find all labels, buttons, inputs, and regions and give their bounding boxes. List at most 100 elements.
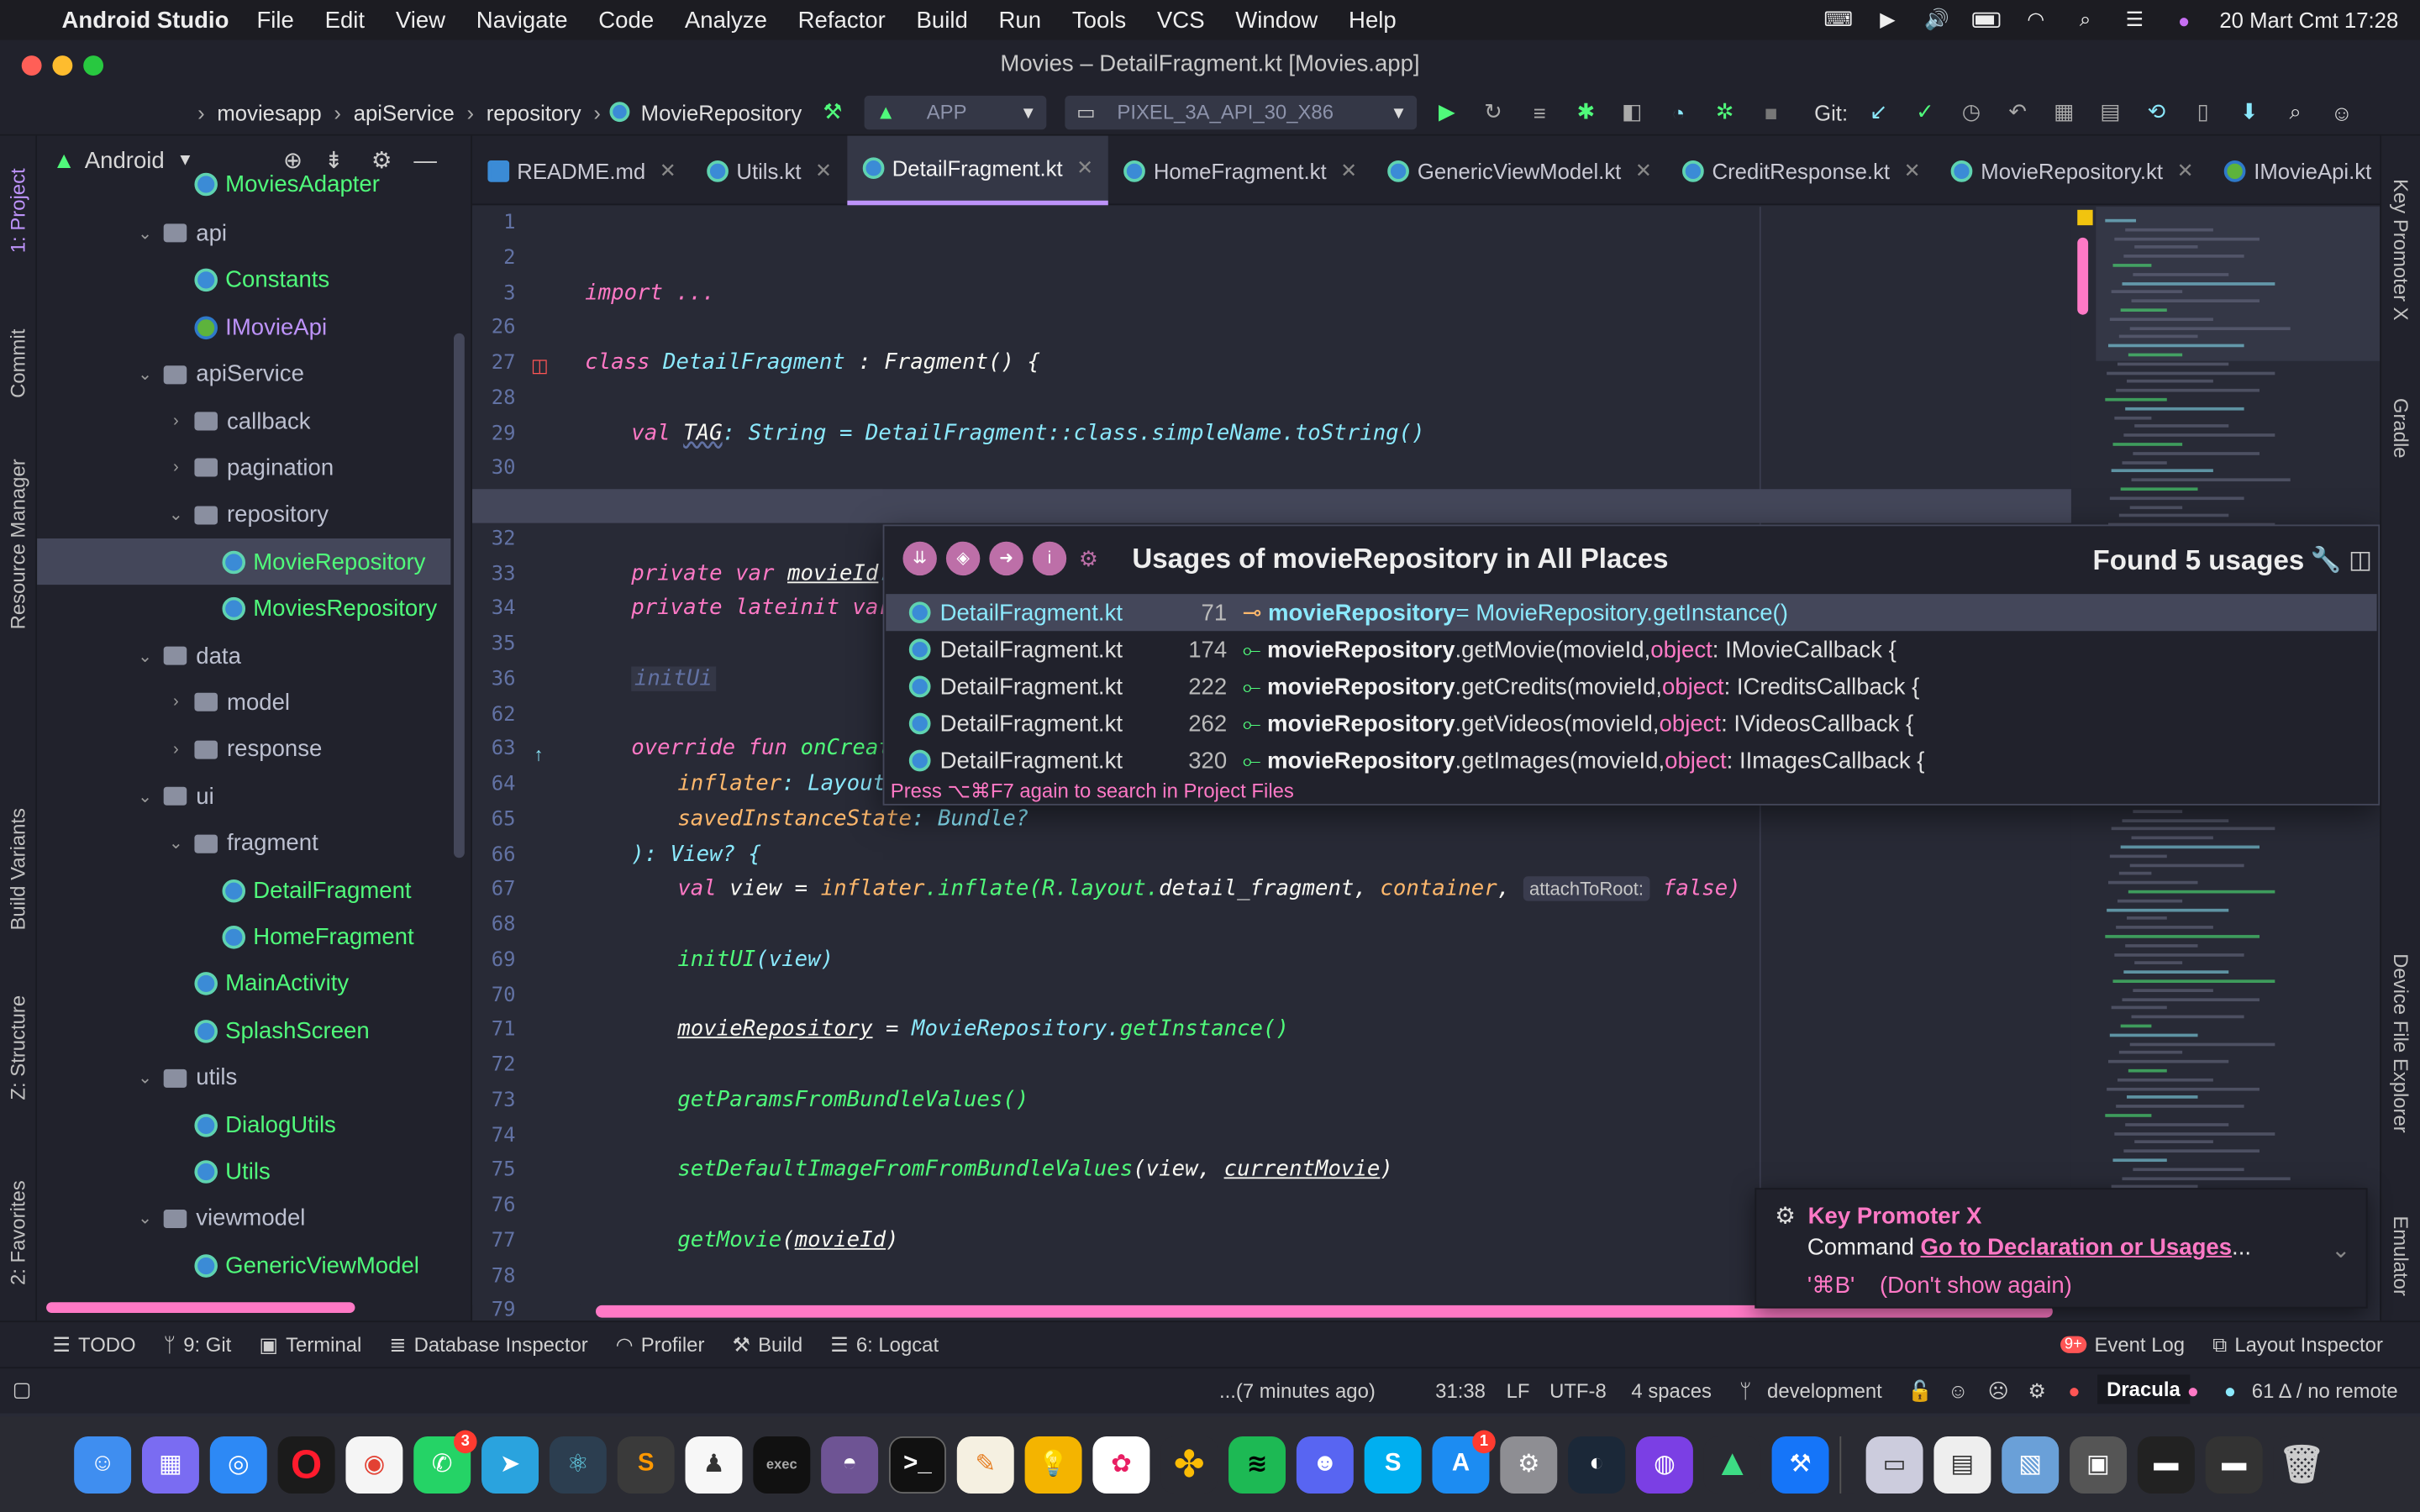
usage-row[interactable]: DetailFragment.kt 222 ⟜ movieRepository .get… — [908, 668, 2360, 705]
system-preferences-icon[interactable]: ⚙ — [1500, 1436, 1558, 1494]
attach-debugger-icon[interactable]: ✲ — [1709, 99, 1740, 125]
override-icon[interactable]: ↑ — [534, 743, 544, 765]
tree-item[interactable]: MovieRepository — [37, 538, 451, 585]
tree-item[interactable]: GenericViewModel — [37, 1242, 450, 1289]
editor-scrollbar[interactable] — [2077, 237, 2089, 315]
build-tool-button[interactable]: ⚒ Build — [732, 1332, 802, 1357]
close-tab-icon[interactable]: ✕ — [815, 158, 832, 182]
keyboard-icon[interactable]: ⌨ — [1823, 8, 1852, 31]
tab-homefragment[interactable]: HomeFragment.kt ✕ — [1109, 136, 1373, 206]
layout-inspector-icon[interactable]: ▤ — [2095, 99, 2126, 125]
event-log-tool-button[interactable]: 9+ Event Log — [2060, 1333, 2185, 1356]
search-icon[interactable]: ⌕ — [2071, 8, 2099, 31]
gradle-tool-button[interactable]: Gradle — [2389, 398, 2412, 459]
finder-icon[interactable]: ☺ — [74, 1436, 132, 1494]
menu-view[interactable]: View — [396, 7, 445, 33]
hammer-icon[interactable]: ⚒ — [818, 99, 849, 125]
close-tab-icon[interactable]: ✕ — [660, 158, 676, 182]
xcode-icon[interactable]: ⚒ — [1771, 1436, 1829, 1494]
settings-icon[interactable]: ⚙ — [1079, 545, 1098, 571]
atom-icon[interactable]: ⚛ — [549, 1436, 607, 1494]
git-update-icon[interactable]: ↙ — [1863, 99, 1894, 125]
close-tab-icon[interactable]: ✕ — [1076, 156, 1093, 181]
indent-status[interactable]: 4 spaces — [1631, 1379, 1712, 1403]
open-find-tool-icon[interactable]: ➜ — [989, 541, 1023, 576]
tree-item[interactable]: ⌄ fragment — [37, 820, 450, 866]
volume-icon[interactable]: 🔊 — [1923, 8, 1951, 31]
tree-item[interactable]: › model — [37, 680, 450, 726]
project-structure-icon[interactable]: ▦ — [2049, 99, 2080, 125]
git-status[interactable]: 61 Δ / no remote — [2252, 1379, 2398, 1403]
android-studio-icon[interactable]: ▲ — [1703, 1436, 1761, 1494]
recent-app-icon[interactable]: ▬ — [2205, 1436, 2263, 1494]
run-config-select[interactable]: ▲ APP ▾ — [863, 94, 1046, 129]
steam-icon[interactable]: ◐ — [1568, 1436, 1626, 1494]
tree-item[interactable]: ⌄ api — [37, 211, 450, 257]
run-icon[interactable]: ▶ — [1432, 99, 1463, 125]
tree-item[interactable]: MainActivity — [37, 961, 450, 1007]
tree-item[interactable]: Utils — [37, 1148, 450, 1194]
siri-icon[interactable]: ● — [2170, 8, 2198, 32]
device-file-explorer-tool-button[interactable]: Device File Explorer — [2389, 953, 2412, 1133]
profiler-tool-button[interactable]: ◠ Profiler — [616, 1332, 705, 1357]
stop-icon[interactable]: ■ — [1755, 99, 1786, 123]
sublime-icon[interactable]: S — [617, 1436, 675, 1494]
menu-tools[interactable]: Tools — [1072, 7, 1126, 33]
inspection-warning-icon[interactable] — [2077, 209, 2093, 226]
tree-item[interactable]: ⌄ ui — [37, 774, 450, 820]
tree-item[interactable]: › response — [37, 727, 450, 773]
tree-item[interactable]: ⌄ data — [37, 633, 450, 679]
discord-icon[interactable]: ☻ — [1296, 1436, 1354, 1494]
tree-item[interactable]: MoviesAdapter — [37, 160, 450, 207]
close-tab-icon[interactable]: ✕ — [1904, 158, 1921, 182]
dont-show-again-link[interactable]: (Don't show again) — [1880, 1273, 2072, 1299]
tree-item[interactable]: ⌄ viewmodel — [37, 1195, 450, 1242]
close-tab-icon[interactable]: ✕ — [2177, 158, 2194, 182]
sdk-manager-icon[interactable]: ⬇ — [2233, 99, 2265, 125]
github-desktop-icon[interactable]: ◓ — [821, 1436, 879, 1494]
avd-manager-icon[interactable]: ▯ — [2187, 99, 2218, 125]
merge-usages-icon[interactable]: ⇊ — [902, 541, 937, 576]
device-select[interactable]: ▭ PIXEL_3A_API_30_X86 ▾ — [1064, 94, 1417, 129]
database-inspector-tool-button[interactable]: ≣ Database Inspector — [389, 1332, 587, 1357]
menu-code[interactable]: Code — [598, 7, 654, 33]
build-variants-tool-button[interactable]: Build Variants — [6, 808, 29, 931]
commit-tool-button[interactable]: Commit — [6, 329, 29, 398]
toggle-tool-windows-icon[interactable]: ▢ — [13, 1378, 32, 1402]
tree-item[interactable]: DialogUtils — [37, 1101, 450, 1147]
menu-build[interactable]: Build — [917, 7, 968, 33]
chevron-down-icon[interactable]: ⌄ — [2331, 1236, 2350, 1263]
menu-vcs[interactable]: VCS — [1157, 7, 1205, 33]
chevron-down-icon[interactable]: ⌄ — [133, 1068, 157, 1088]
terminal-app-icon[interactable]: >_ — [888, 1436, 946, 1494]
logcat-tool-button[interactable]: ☰ 6: Logcat — [830, 1332, 939, 1357]
git-tool-button[interactable]: ᛘ 9: Git — [164, 1333, 232, 1357]
resource-manager-tool-button[interactable]: Resource Manager — [6, 459, 29, 629]
zoom-window-button[interactable] — [83, 55, 104, 76]
photos-icon[interactable]: ✿ — [1092, 1436, 1150, 1494]
google-keep-icon[interactable]: 💡 — [1024, 1436, 1082, 1494]
favorites-tool-button[interactable]: 2: Favorites — [6, 1180, 29, 1285]
tree-item[interactable]: ⌄ apiService — [37, 351, 450, 397]
folder-stack-icon[interactable]: ▣ — [2070, 1436, 2128, 1494]
go-to-declaration-link[interactable]: Go to Declaration or Usages — [1921, 1234, 2233, 1260]
tree-item[interactable]: ⌄ utils — [37, 1055, 450, 1101]
play-icon[interactable]: ▶ — [1874, 8, 1902, 31]
tree-item[interactable]: › pagination — [37, 445, 450, 491]
tree-item[interactable]: SplashScreen — [37, 1008, 450, 1054]
chevron-right-icon[interactable]: › — [164, 412, 188, 430]
breadcrumb-movierepository[interactable]: MovieRepository — [641, 99, 802, 123]
document-icon[interactable]: ▤ — [1933, 1436, 1991, 1494]
rollback-icon[interactable]: ↶ — [2002, 99, 2033, 125]
tree-item[interactable]: Constants — [37, 257, 450, 303]
apply-code-changes-icon[interactable]: ≡ — [1524, 99, 1555, 123]
breadcrumb-repository[interactable]: repository — [487, 99, 581, 123]
whatsapp-icon[interactable]: ✆ 3 — [413, 1429, 477, 1494]
wrench-icon[interactable]: 🔧 — [2311, 544, 2342, 575]
history-icon[interactable]: ◷ — [1956, 99, 1987, 125]
inspector-icon[interactable]: ⚙ — [2028, 1379, 2045, 1404]
menu-navigate[interactable]: Navigate — [476, 7, 568, 33]
project-tool-button[interactable]: 1: Project — [6, 168, 29, 253]
apply-changes-icon[interactable]: ↻ — [1478, 99, 1509, 125]
window-stack-icon[interactable]: ▬ — [2137, 1436, 2195, 1494]
